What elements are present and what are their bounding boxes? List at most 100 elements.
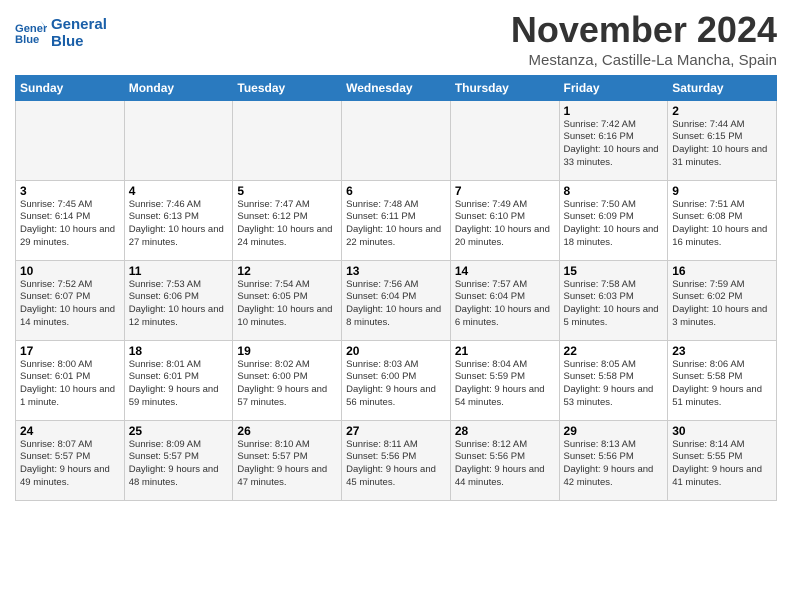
day-number: 8 bbox=[564, 184, 664, 198]
calendar-cell: 5Sunrise: 7:47 AM Sunset: 6:12 PM Daylig… bbox=[233, 180, 342, 260]
calendar-cell: 6Sunrise: 7:48 AM Sunset: 6:11 PM Daylig… bbox=[342, 180, 451, 260]
calendar-cell: 29Sunrise: 8:13 AM Sunset: 5:56 PM Dayli… bbox=[559, 420, 668, 500]
day-number: 5 bbox=[237, 184, 337, 198]
day-info: Sunrise: 7:50 AM Sunset: 6:09 PM Dayligh… bbox=[564, 199, 664, 250]
day-number: 12 bbox=[237, 264, 337, 278]
calendar-cell: 22Sunrise: 8:05 AM Sunset: 5:58 PM Dayli… bbox=[559, 340, 668, 420]
day-info: Sunrise: 7:42 AM Sunset: 6:16 PM Dayligh… bbox=[564, 119, 664, 170]
calendar-cell: 11Sunrise: 7:53 AM Sunset: 6:06 PM Dayli… bbox=[124, 260, 233, 340]
day-number: 30 bbox=[672, 424, 772, 438]
calendar-cell: 30Sunrise: 8:14 AM Sunset: 5:55 PM Dayli… bbox=[668, 420, 777, 500]
day-info: Sunrise: 8:09 AM Sunset: 5:57 PM Dayligh… bbox=[129, 439, 229, 490]
svg-text:General: General bbox=[15, 23, 47, 35]
calendar-cell bbox=[342, 100, 451, 180]
day-number: 27 bbox=[346, 424, 446, 438]
day-number: 25 bbox=[129, 424, 229, 438]
day-info: Sunrise: 8:03 AM Sunset: 6:00 PM Dayligh… bbox=[346, 359, 446, 410]
calendar-cell: 26Sunrise: 8:10 AM Sunset: 5:57 PM Dayli… bbox=[233, 420, 342, 500]
calendar-cell: 7Sunrise: 7:49 AM Sunset: 6:10 PM Daylig… bbox=[450, 180, 559, 260]
calendar-cell: 14Sunrise: 7:57 AM Sunset: 6:04 PM Dayli… bbox=[450, 260, 559, 340]
header: General Blue General Blue November 2024 … bbox=[15, 10, 777, 69]
day-info: Sunrise: 7:54 AM Sunset: 6:05 PM Dayligh… bbox=[237, 279, 337, 330]
calendar-cell: 1Sunrise: 7:42 AM Sunset: 6:16 PM Daylig… bbox=[559, 100, 668, 180]
calendar-cell: 13Sunrise: 7:56 AM Sunset: 6:04 PM Dayli… bbox=[342, 260, 451, 340]
day-number: 21 bbox=[455, 344, 555, 358]
month-title: November 2024 bbox=[511, 10, 777, 50]
day-number: 23 bbox=[672, 344, 772, 358]
calendar-body: 1Sunrise: 7:42 AM Sunset: 6:16 PM Daylig… bbox=[16, 100, 777, 500]
day-number: 9 bbox=[672, 184, 772, 198]
day-info: Sunrise: 8:06 AM Sunset: 5:58 PM Dayligh… bbox=[672, 359, 772, 410]
day-info: Sunrise: 8:10 AM Sunset: 5:57 PM Dayligh… bbox=[237, 439, 337, 490]
calendar-cell bbox=[16, 100, 125, 180]
day-number: 2 bbox=[672, 104, 772, 118]
day-number: 4 bbox=[129, 184, 229, 198]
day-info: Sunrise: 7:59 AM Sunset: 6:02 PM Dayligh… bbox=[672, 279, 772, 330]
calendar-cell: 15Sunrise: 7:58 AM Sunset: 6:03 PM Dayli… bbox=[559, 260, 668, 340]
day-number: 18 bbox=[129, 344, 229, 358]
day-info: Sunrise: 8:00 AM Sunset: 6:01 PM Dayligh… bbox=[20, 359, 120, 410]
calendar-cell: 9Sunrise: 7:51 AM Sunset: 6:08 PM Daylig… bbox=[668, 180, 777, 260]
calendar-cell: 8Sunrise: 7:50 AM Sunset: 6:09 PM Daylig… bbox=[559, 180, 668, 260]
weekday-header-row: SundayMondayTuesdayWednesdayThursdayFrid… bbox=[16, 75, 777, 100]
day-info: Sunrise: 7:52 AM Sunset: 6:07 PM Dayligh… bbox=[20, 279, 120, 330]
day-info: Sunrise: 8:04 AM Sunset: 5:59 PM Dayligh… bbox=[455, 359, 555, 410]
day-info: Sunrise: 8:01 AM Sunset: 6:01 PM Dayligh… bbox=[129, 359, 229, 410]
day-number: 10 bbox=[20, 264, 120, 278]
day-number: 24 bbox=[20, 424, 120, 438]
day-number: 17 bbox=[20, 344, 120, 358]
calendar-week-row: 3Sunrise: 7:45 AM Sunset: 6:14 PM Daylig… bbox=[16, 180, 777, 260]
day-info: Sunrise: 7:45 AM Sunset: 6:14 PM Dayligh… bbox=[20, 199, 120, 250]
day-info: Sunrise: 7:56 AM Sunset: 6:04 PM Dayligh… bbox=[346, 279, 446, 330]
calendar-cell bbox=[450, 100, 559, 180]
day-number: 11 bbox=[129, 264, 229, 278]
day-number: 15 bbox=[564, 264, 664, 278]
day-number: 29 bbox=[564, 424, 664, 438]
day-number: 22 bbox=[564, 344, 664, 358]
day-number: 7 bbox=[455, 184, 555, 198]
logo-line2: Blue bbox=[51, 33, 107, 50]
day-info: Sunrise: 7:57 AM Sunset: 6:04 PM Dayligh… bbox=[455, 279, 555, 330]
weekday-header-cell: Monday bbox=[124, 75, 233, 100]
day-info: Sunrise: 7:58 AM Sunset: 6:03 PM Dayligh… bbox=[564, 279, 664, 330]
day-number: 3 bbox=[20, 184, 120, 198]
calendar-week-row: 17Sunrise: 8:00 AM Sunset: 6:01 PM Dayli… bbox=[16, 340, 777, 420]
calendar-week-row: 10Sunrise: 7:52 AM Sunset: 6:07 PM Dayli… bbox=[16, 260, 777, 340]
day-number: 28 bbox=[455, 424, 555, 438]
day-info: Sunrise: 7:44 AM Sunset: 6:15 PM Dayligh… bbox=[672, 119, 772, 170]
day-info: Sunrise: 7:47 AM Sunset: 6:12 PM Dayligh… bbox=[237, 199, 337, 250]
calendar-week-row: 1Sunrise: 7:42 AM Sunset: 6:16 PM Daylig… bbox=[16, 100, 777, 180]
day-info: Sunrise: 8:14 AM Sunset: 5:55 PM Dayligh… bbox=[672, 439, 772, 490]
calendar-cell: 10Sunrise: 7:52 AM Sunset: 6:07 PM Dayli… bbox=[16, 260, 125, 340]
day-number: 1 bbox=[564, 104, 664, 118]
weekday-header-cell: Saturday bbox=[668, 75, 777, 100]
day-info: Sunrise: 8:12 AM Sunset: 5:56 PM Dayligh… bbox=[455, 439, 555, 490]
weekday-header-cell: Sunday bbox=[16, 75, 125, 100]
calendar-cell: 24Sunrise: 8:07 AM Sunset: 5:57 PM Dayli… bbox=[16, 420, 125, 500]
day-number: 26 bbox=[237, 424, 337, 438]
svg-text:Blue: Blue bbox=[15, 34, 39, 46]
calendar-header: SundayMondayTuesdayWednesdayThursdayFrid… bbox=[16, 75, 777, 100]
calendar-cell bbox=[233, 100, 342, 180]
calendar-cell: 28Sunrise: 8:12 AM Sunset: 5:56 PM Dayli… bbox=[450, 420, 559, 500]
title-area: November 2024 Mestanza, Castille-La Manc… bbox=[511, 10, 777, 69]
weekday-header-cell: Thursday bbox=[450, 75, 559, 100]
calendar-cell: 20Sunrise: 8:03 AM Sunset: 6:00 PM Dayli… bbox=[342, 340, 451, 420]
generalblue-logo-icon: General Blue bbox=[15, 19, 47, 47]
calendar-cell: 23Sunrise: 8:06 AM Sunset: 5:58 PM Dayli… bbox=[668, 340, 777, 420]
calendar-cell: 17Sunrise: 8:00 AM Sunset: 6:01 PM Dayli… bbox=[16, 340, 125, 420]
day-number: 14 bbox=[455, 264, 555, 278]
day-info: Sunrise: 8:11 AM Sunset: 5:56 PM Dayligh… bbox=[346, 439, 446, 490]
day-info: Sunrise: 7:51 AM Sunset: 6:08 PM Dayligh… bbox=[672, 199, 772, 250]
calendar-cell: 16Sunrise: 7:59 AM Sunset: 6:02 PM Dayli… bbox=[668, 260, 777, 340]
calendar-week-row: 24Sunrise: 8:07 AM Sunset: 5:57 PM Dayli… bbox=[16, 420, 777, 500]
day-info: Sunrise: 8:07 AM Sunset: 5:57 PM Dayligh… bbox=[20, 439, 120, 490]
calendar-cell: 2Sunrise: 7:44 AM Sunset: 6:15 PM Daylig… bbox=[668, 100, 777, 180]
day-number: 16 bbox=[672, 264, 772, 278]
day-info: Sunrise: 7:49 AM Sunset: 6:10 PM Dayligh… bbox=[455, 199, 555, 250]
calendar-cell: 27Sunrise: 8:11 AM Sunset: 5:56 PM Dayli… bbox=[342, 420, 451, 500]
day-info: Sunrise: 8:02 AM Sunset: 6:00 PM Dayligh… bbox=[237, 359, 337, 410]
calendar-cell: 18Sunrise: 8:01 AM Sunset: 6:01 PM Dayli… bbox=[124, 340, 233, 420]
calendar-cell: 4Sunrise: 7:46 AM Sunset: 6:13 PM Daylig… bbox=[124, 180, 233, 260]
calendar-table: SundayMondayTuesdayWednesdayThursdayFrid… bbox=[15, 75, 777, 501]
